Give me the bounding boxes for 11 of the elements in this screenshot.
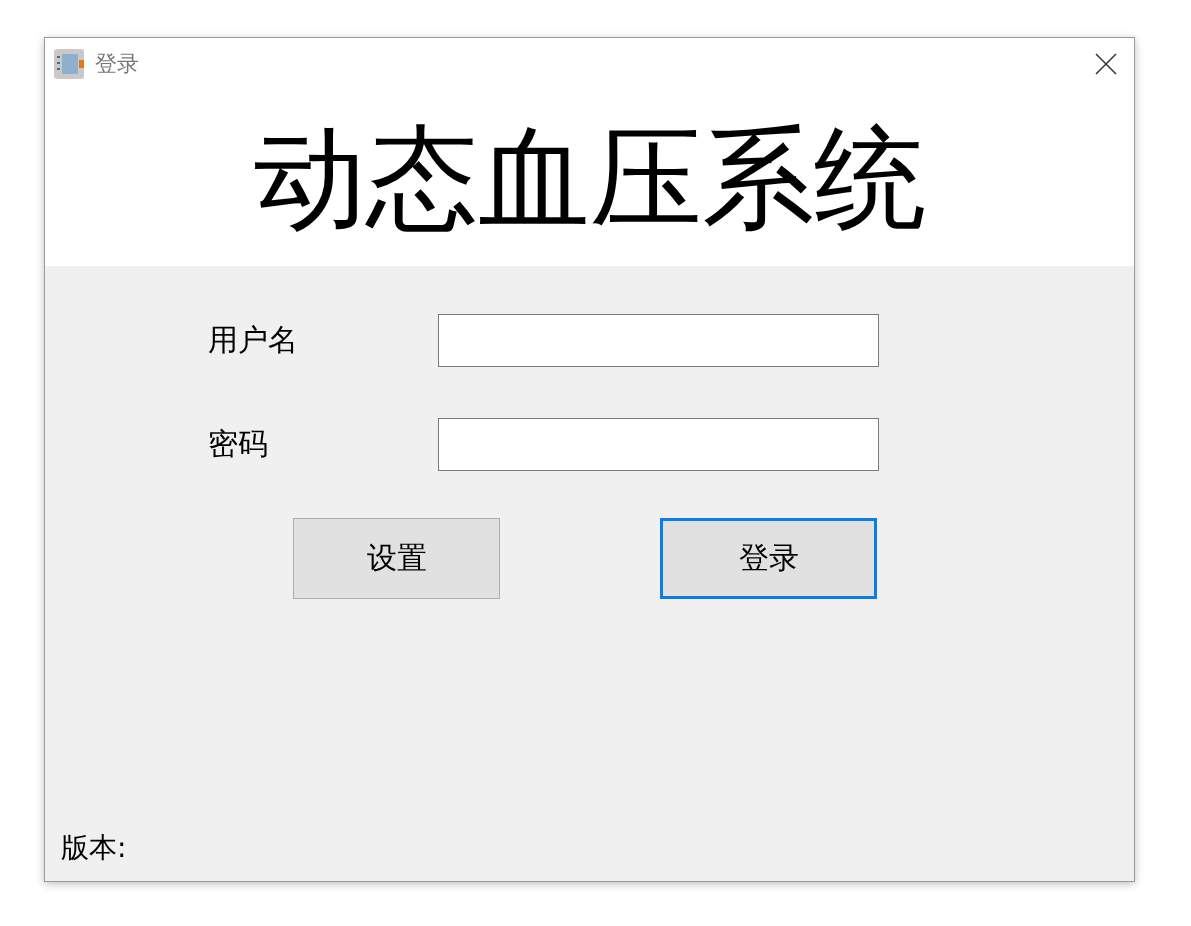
input-field[interactable] (438, 418, 879, 471)
close-icon (1095, 53, 1117, 75)
window-title: 登录 (95, 50, 140, 78)
input-field[interactable] (438, 314, 879, 367)
login-button[interactable]: 登录 (660, 518, 877, 599)
system-title: 动态血压系统 (253, 122, 926, 234)
app-icon (53, 48, 85, 80)
field-label: 密码 (208, 425, 269, 463)
settings-button[interactable]: 设置 (293, 518, 500, 599)
field-label: 用户名 (208, 321, 299, 359)
version-label: 版本: (61, 831, 127, 864)
